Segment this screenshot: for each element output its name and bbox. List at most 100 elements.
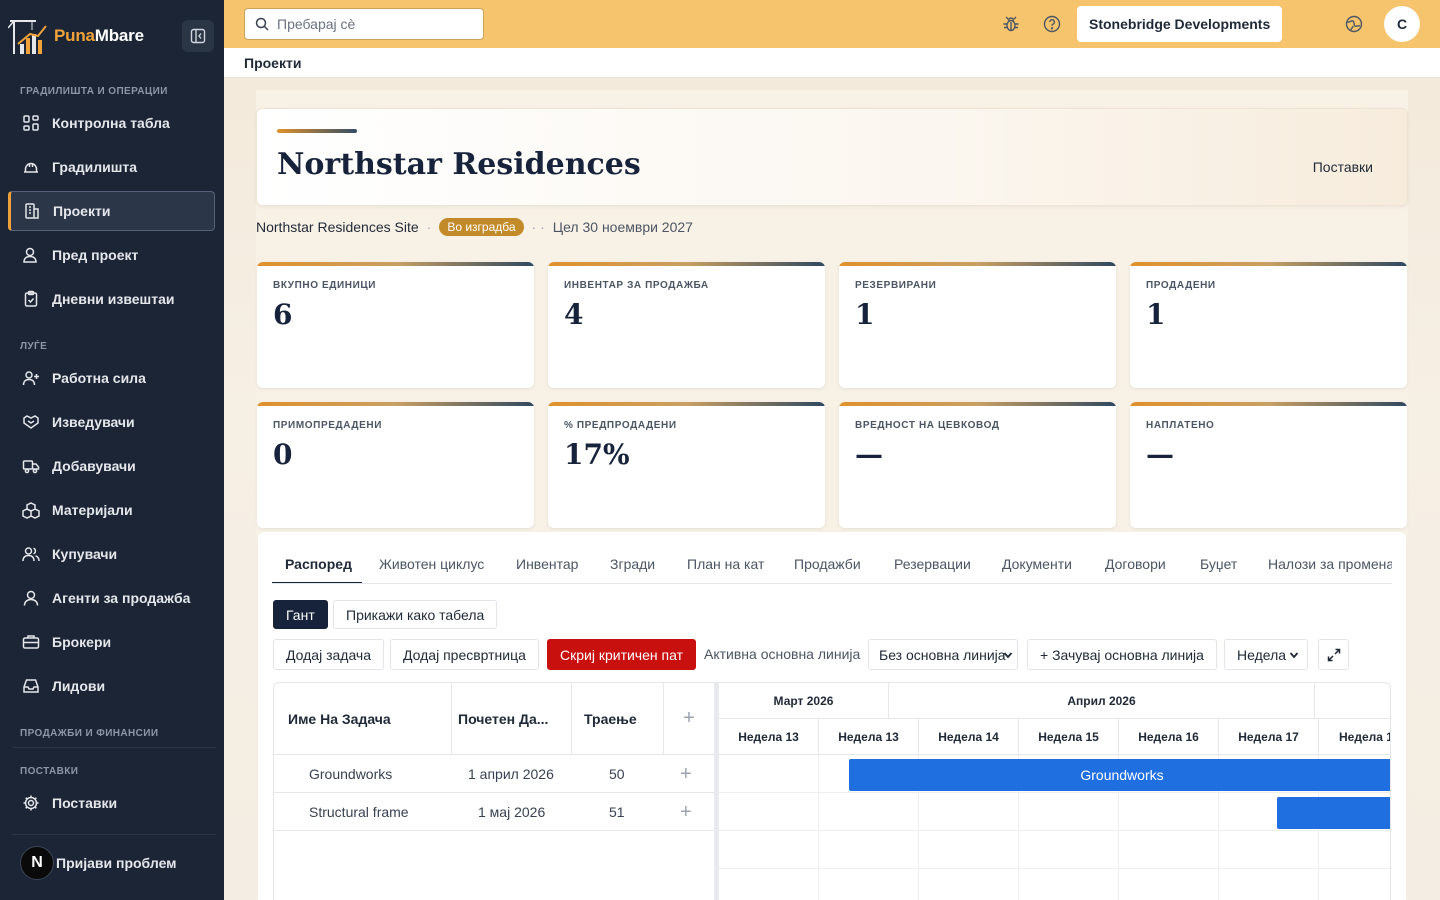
sidebar-item-label: Поставки [52, 795, 118, 811]
kpi-value: 1 [855, 298, 875, 331]
crane-logo-icon [8, 20, 47, 54]
kpi-pipeline-value: Вредност на цевковод — [839, 402, 1116, 528]
logo[interactable]: PunaMbare [8, 16, 144, 56]
scale-select[interactable]: Недела [1224, 639, 1308, 670]
sidebar-item-label: Агенти за продажба [52, 590, 191, 606]
hide-critical-path-button[interactable]: Скриј критичен пат [547, 639, 696, 670]
tab-schedule[interactable]: Распоред [285, 556, 352, 572]
sidebar-item-label: Материјали [52, 502, 133, 518]
search-icon [255, 17, 269, 31]
accent-bar [277, 129, 357, 133]
user-avatar[interactable]: C [1384, 6, 1420, 42]
kpi-value: — [855, 438, 883, 471]
task-bar-groundworks[interactable]: Groundworks [849, 759, 1390, 791]
tab-buildings[interactable]: Згради [610, 556, 655, 572]
building-icon [25, 203, 39, 219]
sidebar-item-label: Брокери [52, 634, 112, 650]
page-title: Northstar Residences [277, 147, 641, 182]
sidebar-item-projects[interactable]: Проекти [8, 191, 215, 231]
hardhat-icon [24, 162, 38, 173]
project-meta: Northstar Residences Site · Во изградба … [256, 218, 693, 236]
tab-budget[interactable]: Буџет [1200, 556, 1237, 572]
kpi-value: — [1146, 438, 1174, 471]
sidebar-item-suppliers[interactable]: Добавувачи [8, 446, 215, 486]
gantt-view-button[interactable]: Гант [273, 600, 328, 629]
add-column-button[interactable]: + [664, 683, 714, 755]
fullscreen-button[interactable] [1318, 639, 1349, 670]
add-milestone-button[interactable]: Додај пресвртница [390, 639, 539, 670]
baseline-select-value: Без основна линија [879, 646, 1006, 663]
handshake-icon [23, 415, 39, 429]
kpi-label: Инвентар за продажба [564, 280, 709, 291]
tab-inventory[interactable]: Инвентар [516, 556, 578, 572]
week-header: Недела 14 [919, 719, 1019, 755]
section-sales-finance: Продажби и финансии [20, 728, 159, 739]
active-baseline-label: Активна основна линија [704, 646, 861, 662]
sidebar-item-preproject[interactable]: Пред проект [8, 235, 215, 275]
sidebar-item-sites[interactable]: Градилишта [8, 147, 215, 187]
sidebar: PunaMbare Градилишта и операции Контролн… [0, 0, 224, 900]
baseline-select[interactable]: Без основна линија [868, 639, 1018, 670]
section-people: Луѓе [20, 341, 48, 352]
topbar: Stonebridge Developments C [224, 0, 1440, 48]
user-icon [23, 590, 39, 606]
sidebar-item-materials[interactable]: Материјали [8, 490, 215, 530]
sidebar-item-contractors[interactable]: Изведувачи [8, 402, 215, 442]
task-bar-structural-frame[interactable] [1277, 797, 1390, 829]
sidebar-item-sales-agents[interactable]: Агенти за продажба [8, 578, 215, 618]
sidebar-item-leads[interactable]: Лидови [8, 666, 215, 706]
task-start: 1 мај 2026 [478, 804, 546, 820]
tab-floor-plan[interactable]: План на кат [687, 556, 764, 572]
column-header-task-name[interactable]: Име На Задача [274, 683, 452, 755]
search-input[interactable] [277, 16, 467, 32]
sidebar-item-workforce[interactable]: Работна сила [8, 358, 215, 398]
active-tab-indicator [272, 582, 362, 583]
sidebar-item-brokers[interactable]: Брокери [8, 622, 215, 662]
tab-contracts[interactable]: Договори [1105, 556, 1166, 572]
globe-icon[interactable] [1344, 14, 1364, 34]
kpi-label: Вкупно единици [273, 280, 377, 291]
column-header-duration[interactable]: Траење [572, 683, 664, 755]
kpi-label: Наплатено [1146, 420, 1215, 431]
tab-lifecycle[interactable]: Животен циклус [379, 556, 484, 572]
tab-reservations[interactable]: Резервации [894, 556, 971, 572]
sidebar-item-daily-reports[interactable]: Дневни извештаи [8, 279, 215, 319]
month-header: Април 2026 [889, 683, 1315, 719]
report-issue-button[interactable]: N Пријави проблем [20, 846, 177, 880]
week-header: Недела 18 [1319, 719, 1390, 755]
bug-icon[interactable] [1001, 14, 1021, 34]
logo-text-a: Puna [54, 26, 95, 45]
company-switcher[interactable]: Stonebridge Developments [1077, 6, 1283, 42]
kpi-value: 17% [564, 438, 630, 471]
tab-change-orders[interactable]: Налози за промена [1268, 556, 1392, 572]
logo-text: PunaMbare [54, 26, 144, 46]
kpi-label: Резервирани [855, 280, 937, 291]
status-badge: Во изградба [439, 218, 524, 236]
add-task-button[interactable]: Додај задача [273, 639, 385, 670]
task-row[interactable]: Groundworks 1 април 2026 50 + [274, 755, 714, 793]
clipboard-icon [24, 290, 38, 307]
tab-sales[interactable]: Продажби [794, 556, 861, 572]
briefcase-icon [22, 635, 40, 649]
kpi-label: Продадени [1146, 280, 1216, 291]
tab-documents[interactable]: Документи [1002, 556, 1072, 572]
column-header-start-date[interactable]: Почетен Да... [452, 683, 572, 755]
sidebar-item-settings[interactable]: Поставки [8, 783, 215, 823]
project-settings-link[interactable]: Поставки [1313, 159, 1373, 175]
add-subtask-button[interactable]: + [680, 793, 692, 831]
breadcrumb-projects[interactable]: Проекти [244, 55, 301, 71]
kpi-total-units: Вкупно единици 6 [257, 262, 534, 388]
help-icon[interactable] [1042, 14, 1062, 34]
project-site: Northstar Residences Site [256, 219, 419, 235]
sidebar-item-buyers[interactable]: Купувачи [8, 534, 215, 574]
section-settings: Поставки [20, 766, 79, 777]
add-subtask-button[interactable]: + [680, 755, 692, 793]
sidebar-item-dashboard[interactable]: Контролна табла [8, 103, 215, 143]
report-avatar: N [20, 846, 54, 880]
task-row[interactable]: Structural frame 1 мај 2026 51 + [274, 793, 714, 831]
search-box[interactable] [244, 8, 484, 40]
collapse-sidebar-button[interactable] [182, 20, 214, 52]
table-view-button[interactable]: Прикажи како табела [333, 600, 498, 629]
timeline-row [719, 831, 1390, 869]
save-baseline-button[interactable]: + Зачувај основна линија [1027, 639, 1217, 670]
